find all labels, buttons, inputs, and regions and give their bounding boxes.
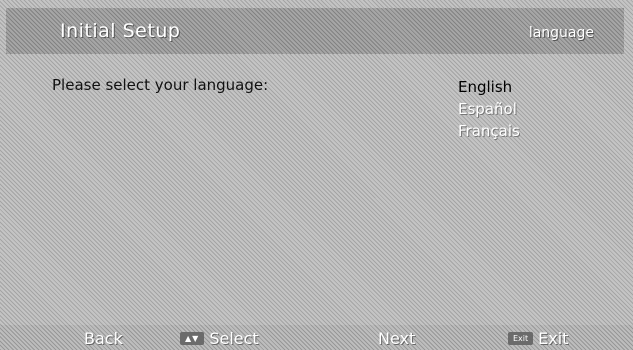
language-option-english[interactable]: English — [458, 76, 548, 98]
page-title: Initial Setup — [60, 20, 181, 42]
next-label: Next — [378, 329, 416, 348]
language-list: English Español Français — [458, 76, 548, 142]
setup-screen: Initial Setup language Please select you… — [0, 0, 633, 350]
back-button[interactable]: Back — [84, 329, 123, 348]
exit-button[interactable]: Exit Exit — [508, 329, 568, 348]
exit-label: Exit — [538, 329, 569, 348]
next-button[interactable]: Next — [378, 329, 415, 348]
section-label: language — [528, 25, 594, 41]
up-down-arrow-icon: ▲▼ — [180, 332, 205, 345]
language-option-espanol[interactable]: Español — [458, 98, 548, 120]
header-bar: Initial Setup language — [6, 8, 624, 54]
exit-key-icon: Exit — [508, 332, 534, 345]
footer-bar: Back ▲▼ Select Next Exit Exit — [0, 325, 633, 350]
select-button[interactable]: ▲▼ Select — [180, 329, 259, 348]
language-prompt: Please select your language: — [52, 76, 269, 94]
select-label: Select — [209, 329, 259, 348]
back-label: Back — [84, 329, 123, 348]
language-option-francais[interactable]: Français — [458, 120, 548, 142]
